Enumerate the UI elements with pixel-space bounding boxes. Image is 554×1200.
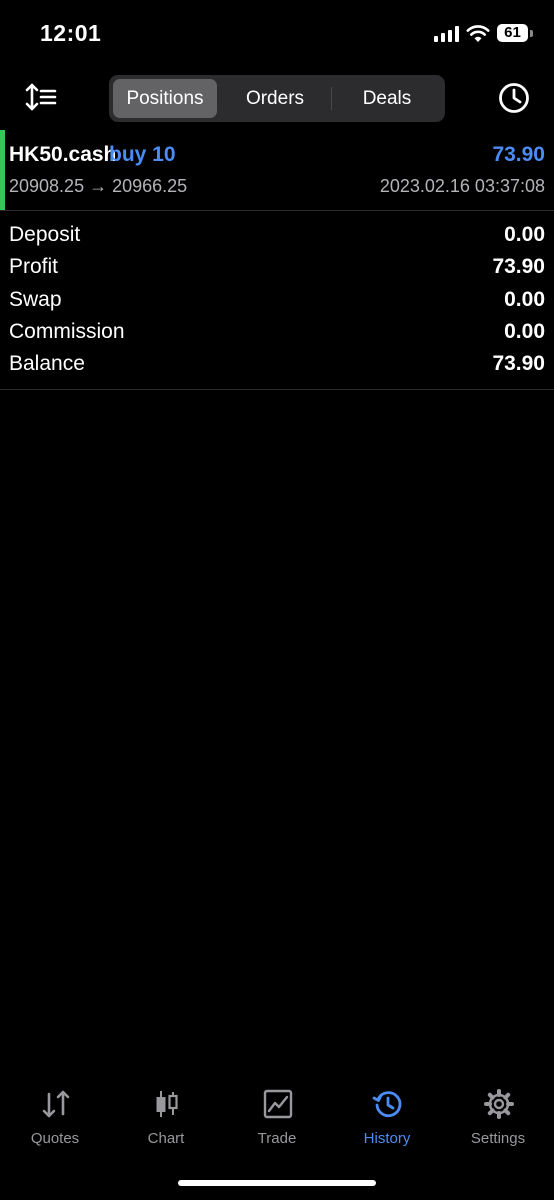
gear-icon — [484, 1089, 514, 1119]
summary-label: Swap — [9, 288, 62, 311]
tabbar-label: Settings — [470, 1130, 526, 1147]
summary-row-swap: Swap 0.00 — [0, 285, 554, 317]
summary-value: 0.00 — [504, 288, 545, 311]
battery-icon: 61 — [497, 24, 528, 42]
summary-label: Commission — [9, 320, 125, 343]
deal-prices: 20908.25 → 20966.25 — [9, 176, 188, 196]
summary-row-balance: Balance 73.90 — [0, 349, 554, 381]
wifi-icon — [466, 25, 490, 42]
tab-deals[interactable]: Deals — [333, 79, 441, 118]
tabbar-label: History — [363, 1130, 411, 1147]
cellular-signal-icon — [434, 26, 460, 42]
buy-indicator-bar — [0, 130, 5, 210]
deal-type: buy 10 — [109, 143, 176, 166]
tabbar-label: Trade — [257, 1130, 297, 1147]
tabbar-label: Chart — [147, 1130, 185, 1147]
summary-row-profit: Profit 73.90 — [0, 252, 554, 284]
battery-tip — [530, 30, 533, 37]
summary-label: Deposit — [9, 223, 81, 246]
candlestick-icon — [156, 1091, 178, 1117]
tabbar-item-trade[interactable]: Trade — [222, 1080, 332, 1160]
deal-time: 2023.02.16 03:37:08 — [379, 176, 545, 196]
home-indicator[interactable] — [178, 1180, 376, 1186]
tab-positions[interactable]: Positions — [113, 79, 217, 118]
tabbar-item-history[interactable]: History — [332, 1080, 442, 1160]
deal-item[interactable]: HK50.cash buy 10 73.90 20908.25 → 20966.… — [0, 130, 554, 210]
trade-chart-icon — [263, 1089, 293, 1119]
status-time: 12:01 — [40, 20, 102, 46]
summary-value: 0.00 — [504, 320, 545, 343]
tabbar-item-settings[interactable]: Settings — [443, 1080, 553, 1160]
segmented-control: Positions Orders Deals — [109, 75, 445, 122]
summary-row-commission: Commission 0.00 — [0, 317, 554, 349]
tabbar-label: Quotes — [30, 1130, 80, 1147]
summary-label: Balance — [9, 352, 85, 375]
screen: 12:01 61 Positions Orders Deals HK50.cas… — [0, 0, 554, 1200]
divider — [0, 210, 554, 211]
tab-orders[interactable]: Orders — [221, 79, 329, 118]
summary-label: Profit — [9, 255, 59, 278]
quotes-arrows-icon — [42, 1090, 70, 1118]
status-bar: 12:01 61 — [0, 0, 554, 70]
summary-value: 73.90 — [492, 352, 545, 375]
clock-icon[interactable] — [497, 81, 531, 115]
tabbar-item-quotes[interactable]: Quotes — [0, 1080, 110, 1160]
sort-icon[interactable] — [24, 82, 58, 112]
deal-symbol: HK50.cash — [9, 143, 117, 166]
summary-row-deposit: Deposit 0.00 — [0, 220, 554, 252]
history-clock-icon — [372, 1091, 402, 1118]
tabbar-item-chart[interactable]: Chart — [111, 1080, 221, 1160]
segment-divider — [331, 87, 332, 110]
summary-value: 73.90 — [492, 255, 545, 278]
divider — [0, 389, 554, 390]
summary-value: 0.00 — [504, 223, 545, 246]
deal-profit: 73.90 — [492, 143, 545, 166]
